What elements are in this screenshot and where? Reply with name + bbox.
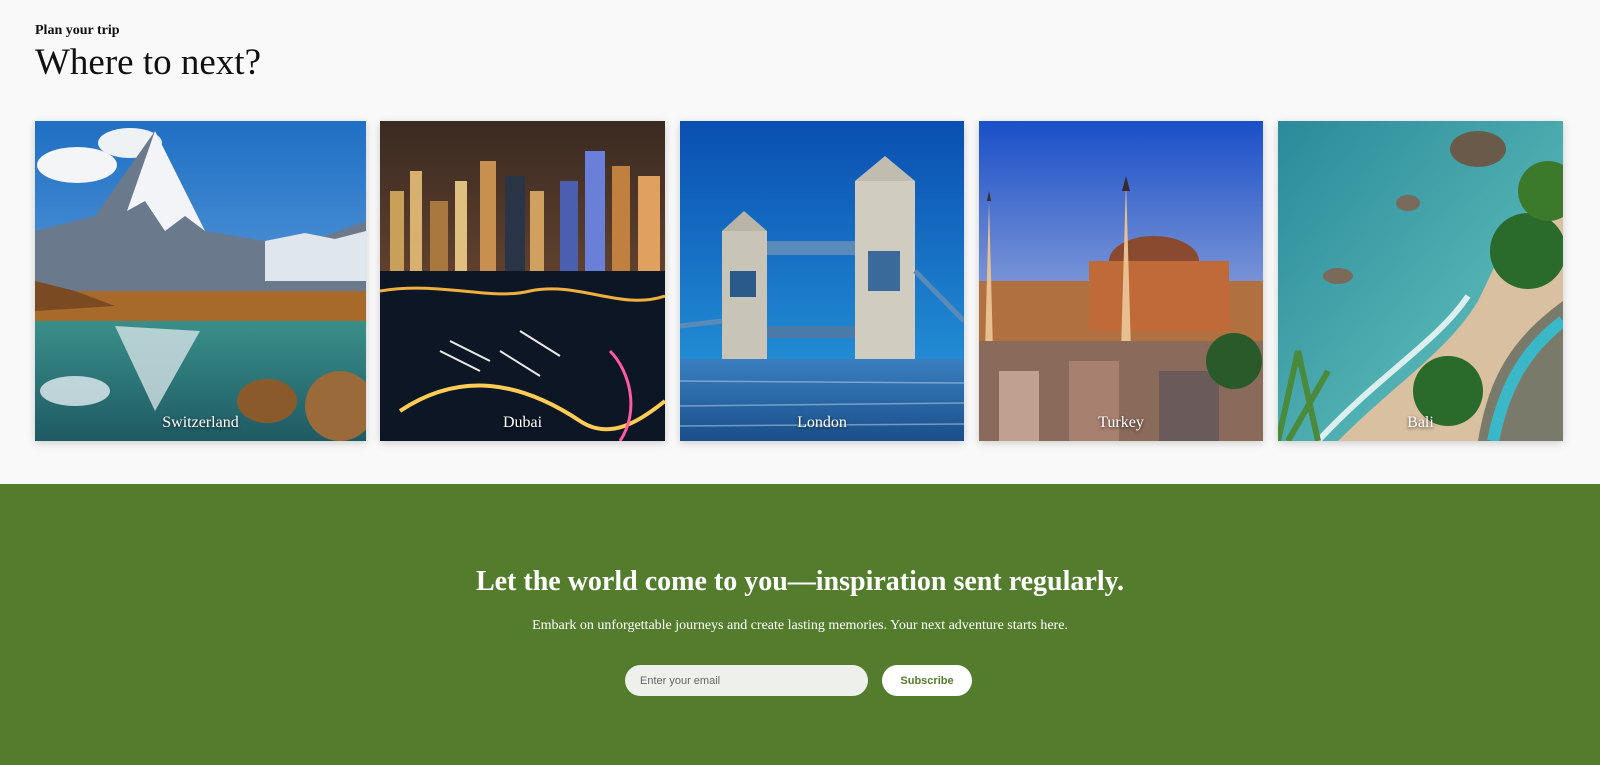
dubai-image [380,121,665,441]
destination-card-switzerland[interactable]: Switzerland [35,121,366,441]
section-eyebrow: Plan your trip [35,23,120,38]
section-title: Where to next? [35,42,261,83]
destination-label: Turkey [1098,414,1144,431]
subscribe-button[interactable]: Subscribe [882,665,972,696]
newsletter-title: Let the world come to you—inspiration se… [475,566,1125,597]
destination-label: Bali [1407,414,1434,431]
destination-label: Switzerland [162,414,239,431]
email-input[interactable] [625,665,868,696]
newsletter-subtitle: Embark on unforgettable journeys and cre… [532,618,1068,633]
destination-label: Dubai [502,414,543,431]
london-image [680,121,964,441]
destination-card-bali[interactable]: Bali [1278,121,1563,441]
destination-card-turkey[interactable]: Turkey [979,121,1263,441]
newsletter-section: Let the world come to you—inspiration se… [0,484,1600,765]
turkey-image [979,121,1263,441]
destination-label: London [797,414,847,431]
destination-card-dubai[interactable]: Dubai [380,121,665,441]
destinations-section: Plan your trip Where to next? Switzerlan… [0,0,1600,484]
switzerland-image [35,121,366,441]
destination-card-london[interactable]: London [680,121,964,441]
bali-image [1278,121,1563,441]
